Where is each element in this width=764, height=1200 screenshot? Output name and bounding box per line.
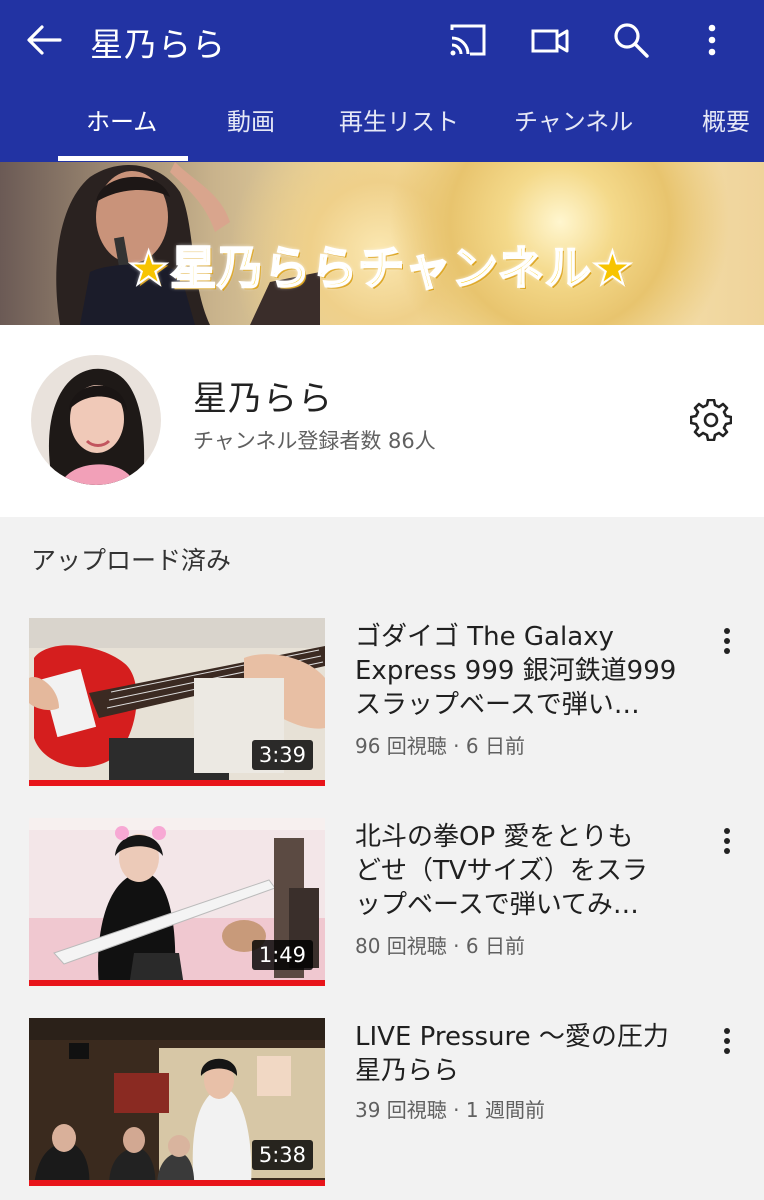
video-meta: 96 回視聴 · 6 日前	[355, 734, 525, 758]
video-meta: 80 回視聴 · 6 日前	[355, 934, 525, 958]
video-thumbnail[interactable]: 3:39	[29, 618, 325, 786]
more-vert-icon[interactable]	[692, 20, 732, 60]
tab-playlists[interactable]: 再生リスト	[339, 102, 459, 137]
tab-home[interactable]: ホーム	[86, 102, 157, 137]
tab-about[interactable]: 概要	[702, 102, 750, 137]
channel-name: 星乃らら	[193, 379, 333, 419]
video-item[interactable]: 5:38 LIVE Pressure 〜愛の圧力 星乃らら 39 回視聴 · 1…	[0, 1018, 764, 1188]
video-duration: 3:39	[251, 740, 313, 770]
video-duration: 5:38	[251, 1140, 313, 1170]
more-vert-icon[interactable]	[712, 1022, 742, 1062]
gear-icon[interactable]	[690, 399, 732, 441]
channel-header: 星乃らら チャンネル登録者数 86人	[0, 325, 764, 517]
search-icon[interactable]	[611, 20, 651, 60]
subscriber-count: チャンネル登録者数 86人	[193, 429, 436, 453]
video-meta: 39 回視聴 · 1 週間前	[355, 1098, 545, 1122]
watch-progress-bar	[29, 1180, 325, 1186]
more-vert-icon[interactable]	[712, 622, 742, 662]
tab-channels[interactable]: チャンネル	[514, 102, 633, 137]
video-title[interactable]: ゴダイゴ The Galaxy Express 999 銀河鉄道999 スラップ…	[355, 620, 700, 722]
video-camera-icon[interactable]	[530, 20, 570, 60]
video-item[interactable]: 1:49 北斗の拳OP 愛をとりも どせ（TVサイズ）をスラ ップベースで弾いて…	[0, 818, 764, 988]
video-thumbnail[interactable]: 5:38	[29, 1018, 325, 1186]
banner-title: ★星乃ららチャンネル★	[127, 240, 635, 296]
watch-progress-bar	[29, 980, 325, 986]
video-item[interactable]: 3:39 ゴダイゴ The Galaxy Express 999 銀河鉄道999…	[0, 618, 764, 788]
channel-tabs: ホーム 動画 再生リスト チャンネル 概要	[0, 92, 764, 162]
active-tab-indicator	[58, 156, 188, 161]
section-title-uploads: アップロード済み	[31, 546, 232, 575]
watch-progress-bar	[29, 780, 325, 786]
video-title[interactable]: 北斗の拳OP 愛をとりも どせ（TVサイズ）をスラ ップベースで弾いてみ…	[355, 820, 700, 922]
avatar[interactable]	[31, 355, 161, 485]
channel-banner: ★星乃ららチャンネル★	[0, 162, 764, 325]
tab-videos[interactable]: 動画	[227, 102, 275, 137]
video-title[interactable]: LIVE Pressure 〜愛の圧力 星乃らら	[355, 1020, 700, 1088]
back-arrow-icon[interactable]	[24, 22, 64, 58]
cast-icon[interactable]	[448, 20, 488, 60]
app-bar: 星乃らら ホーム 動画 再生リスト チャンネル 概要	[0, 0, 764, 162]
channel-title: 星乃らら	[90, 25, 226, 64]
more-vert-icon[interactable]	[712, 822, 742, 862]
video-thumbnail[interactable]: 1:49	[29, 818, 325, 986]
video-duration: 1:49	[251, 940, 313, 970]
